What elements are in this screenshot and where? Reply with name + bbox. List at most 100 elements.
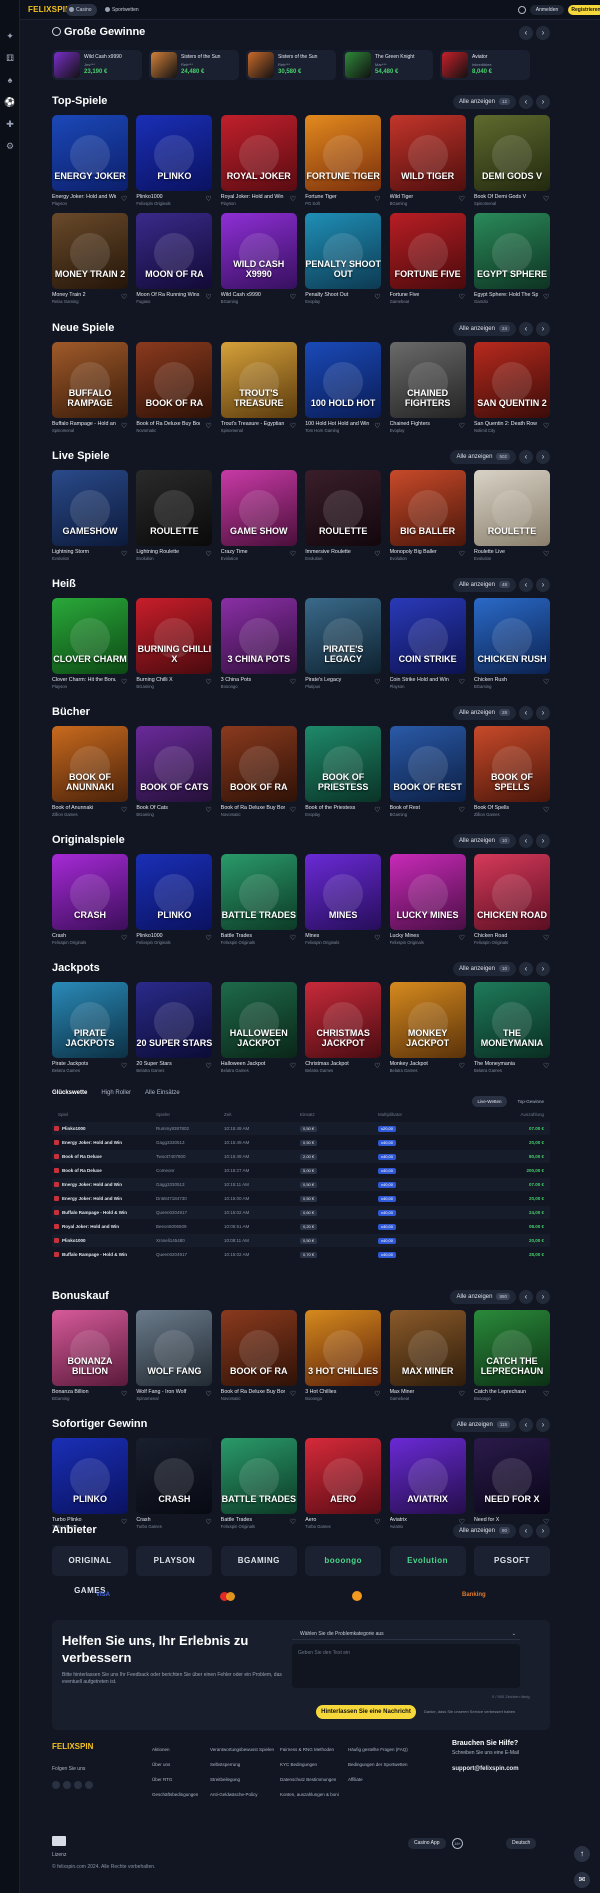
game-thumbnail[interactable]: AVIATRIX [389, 1438, 466, 1514]
game-thumbnail[interactable]: 3 CHINA POTS [220, 598, 297, 674]
casino-app-button[interactable]: Casino App [408, 1838, 446, 1849]
favorite-heart-icon[interactable]: ♡ [205, 195, 211, 203]
game-thumbnail[interactable]: TROUT'S TREASURE [220, 342, 297, 418]
game-thumbnail[interactable]: GAMESHOW [52, 470, 128, 546]
game-thumbnail[interactable]: EGYPT SPHERE [474, 213, 550, 289]
game-thumbnail[interactable]: BONANZA BILLION [52, 1310, 128, 1386]
big-win-card[interactable]: The Green Knight Mar*** 54,480 € [343, 50, 433, 80]
favorite-heart-icon[interactable]: ♡ [205, 1390, 211, 1398]
arrow-right-button[interactable]: › [536, 1524, 550, 1538]
favorite-heart-icon[interactable]: ♡ [290, 1518, 296, 1526]
favorite-heart-icon[interactable]: ♡ [205, 293, 211, 301]
favorite-heart-icon[interactable]: ♡ [543, 422, 549, 430]
game-thumbnail[interactable]: BOOK OF SPELLS [474, 726, 550, 802]
game-thumbnail[interactable]: CRASH [52, 854, 128, 930]
provider-card[interactable]: ORIGINAL GAMES [52, 1546, 128, 1595]
arrow-right-button[interactable]: › [536, 834, 550, 848]
arrow-left-button[interactable]: ‹ [519, 1524, 533, 1538]
favorite-heart-icon[interactable]: ♡ [290, 550, 296, 558]
arrow-right-button[interactable]: › [536, 26, 550, 40]
license-link[interactable]: Lizenz [52, 1852, 66, 1858]
telegram-icon[interactable] [85, 1781, 93, 1789]
arrow-left-button[interactable]: ‹ [519, 95, 533, 109]
dice-icon[interactable]: ⚅ [4, 52, 16, 64]
game-thumbnail[interactable]: PIRATE'S LEGACY [305, 598, 382, 674]
favorite-heart-icon[interactable]: ♡ [543, 550, 549, 558]
game-thumbnail[interactable]: BURNING CHILLI X [136, 598, 213, 674]
favorite-heart-icon[interactable]: ♡ [290, 934, 296, 942]
game-thumbnail[interactable]: DEMI GODS V [474, 115, 550, 191]
favorite-heart-icon[interactable]: ♡ [374, 422, 380, 430]
footer-link[interactable]: Selbstsperrung [210, 1757, 274, 1772]
register-button[interactable]: Registrieren [568, 5, 600, 15]
game-thumbnail[interactable]: BOOK OF ANUNNAKI [52, 726, 128, 802]
favorite-heart-icon[interactable]: ♡ [543, 806, 549, 814]
game-thumbnail[interactable]: BATTLE TRADES [220, 1438, 297, 1514]
game-thumbnail[interactable]: LUCKY MINES [389, 854, 466, 930]
settings-icon[interactable]: ⚙ [4, 140, 16, 152]
game-thumbnail[interactable]: ROULETTE [136, 470, 213, 546]
favorite-heart-icon[interactable]: ♡ [290, 1062, 296, 1070]
show-all-button[interactable]: Alle anzeigen 24 [452, 322, 516, 336]
game-thumbnail[interactable]: BIG BALLER [389, 470, 466, 546]
game-thumbnail[interactable]: MONEY TRAIN 2 [52, 213, 128, 289]
tab-sportwetten[interactable]: Sportwetten [102, 4, 144, 16]
favorite-heart-icon[interactable]: ♡ [374, 195, 380, 203]
game-thumbnail[interactable]: CATCH THE LEPRECHAUN [474, 1310, 550, 1386]
game-thumbnail[interactable]: WOLF FANG [136, 1310, 213, 1386]
support-email-link[interactable]: support@felixspin.com [452, 1766, 519, 1772]
bets-filter-button[interactable]: Live-Wetten [471, 1096, 508, 1107]
game-thumbnail[interactable]: MOON OF RA [136, 213, 213, 289]
arrow-right-button[interactable]: › [536, 578, 550, 592]
favorite-heart-icon[interactable]: ♡ [205, 678, 211, 686]
cards-icon[interactable]: ♠ [4, 74, 16, 86]
game-thumbnail[interactable]: PLINKO [52, 1438, 128, 1514]
game-thumbnail[interactable]: BOOK OF RA [220, 726, 297, 802]
favorite-heart-icon[interactable]: ♡ [374, 678, 380, 686]
arrow-left-button[interactable]: ‹ [519, 1418, 533, 1432]
game-thumbnail[interactable]: CHICKEN RUSH [474, 598, 550, 674]
favorite-heart-icon[interactable]: ♡ [290, 293, 296, 301]
game-thumbnail[interactable]: WILD CASH X9990 [220, 213, 297, 289]
game-thumbnail[interactable]: BOOK OF REST [389, 726, 466, 802]
favorite-heart-icon[interactable]: ♡ [374, 934, 380, 942]
footer-link[interactable]: Geschäftsbedingungen [152, 1787, 198, 1802]
favorite-heart-icon[interactable]: ♡ [290, 195, 296, 203]
favorite-heart-icon[interactable]: ♡ [459, 293, 465, 301]
show-all-button[interactable]: Alle anzeigen 10 [452, 962, 516, 976]
game-thumbnail[interactable]: BATTLE TRADES [220, 854, 297, 930]
arrow-left-button[interactable]: ‹ [519, 322, 533, 336]
favorite-heart-icon[interactable]: ♡ [121, 678, 127, 686]
favorite-heart-icon[interactable]: ♡ [459, 550, 465, 558]
favorite-heart-icon[interactable]: ♡ [543, 293, 549, 301]
footer-link[interactable]: Anti-Geldwäsche-Policy [210, 1787, 274, 1802]
game-thumbnail[interactable]: PLINKO [136, 854, 213, 930]
arrow-right-button[interactable]: › [536, 1290, 550, 1304]
favorite-heart-icon[interactable]: ♡ [459, 1062, 465, 1070]
footer-link[interactable]: Affiliate [348, 1772, 408, 1787]
favorite-heart-icon[interactable]: ♡ [121, 1062, 127, 1070]
chat-button[interactable]: ✉ [574, 1872, 590, 1888]
favorite-heart-icon[interactable]: ♡ [121, 1390, 127, 1398]
footer-link[interactable]: Über uns [152, 1757, 198, 1772]
game-thumbnail[interactable]: MAX MINER [389, 1310, 466, 1386]
big-win-card[interactable]: Sisters of the Sun Reb*** 24,480 € [149, 50, 239, 80]
favorite-heart-icon[interactable]: ♡ [374, 293, 380, 301]
arrow-left-button[interactable]: ‹ [519, 450, 533, 464]
favorite-heart-icon[interactable]: ♡ [121, 806, 127, 814]
show-all-button[interactable]: Alle anzeigen 502 [450, 450, 516, 464]
game-thumbnail[interactable]: GAME SHOW [220, 470, 297, 546]
game-thumbnail[interactable]: BOOK OF CATS [136, 726, 213, 802]
game-thumbnail[interactable]: COIN STRIKE [389, 598, 466, 674]
favorite-heart-icon[interactable]: ♡ [459, 678, 465, 686]
game-thumbnail[interactable]: PIRATE JACKPOTS [52, 982, 128, 1058]
footer-link[interactable]: Aktionen [152, 1742, 198, 1757]
bets-filter-button[interactable]: Top-Gewinne [511, 1096, 550, 1107]
arrow-right-button[interactable]: › [536, 706, 550, 720]
favorite-heart-icon[interactable]: ♡ [459, 1390, 465, 1398]
game-thumbnail[interactable]: HALLOWEEN JACKPOT [220, 982, 297, 1058]
footer-link[interactable]: Häufig gestellte Fragen (FAQ) [348, 1742, 408, 1757]
footer-logo[interactable]: FELIXSPIN [52, 1742, 93, 1751]
instagram-icon[interactable] [52, 1781, 60, 1789]
big-win-card[interactable]: Wild Cash x9990 Jes*** 23,190 € [52, 50, 142, 80]
